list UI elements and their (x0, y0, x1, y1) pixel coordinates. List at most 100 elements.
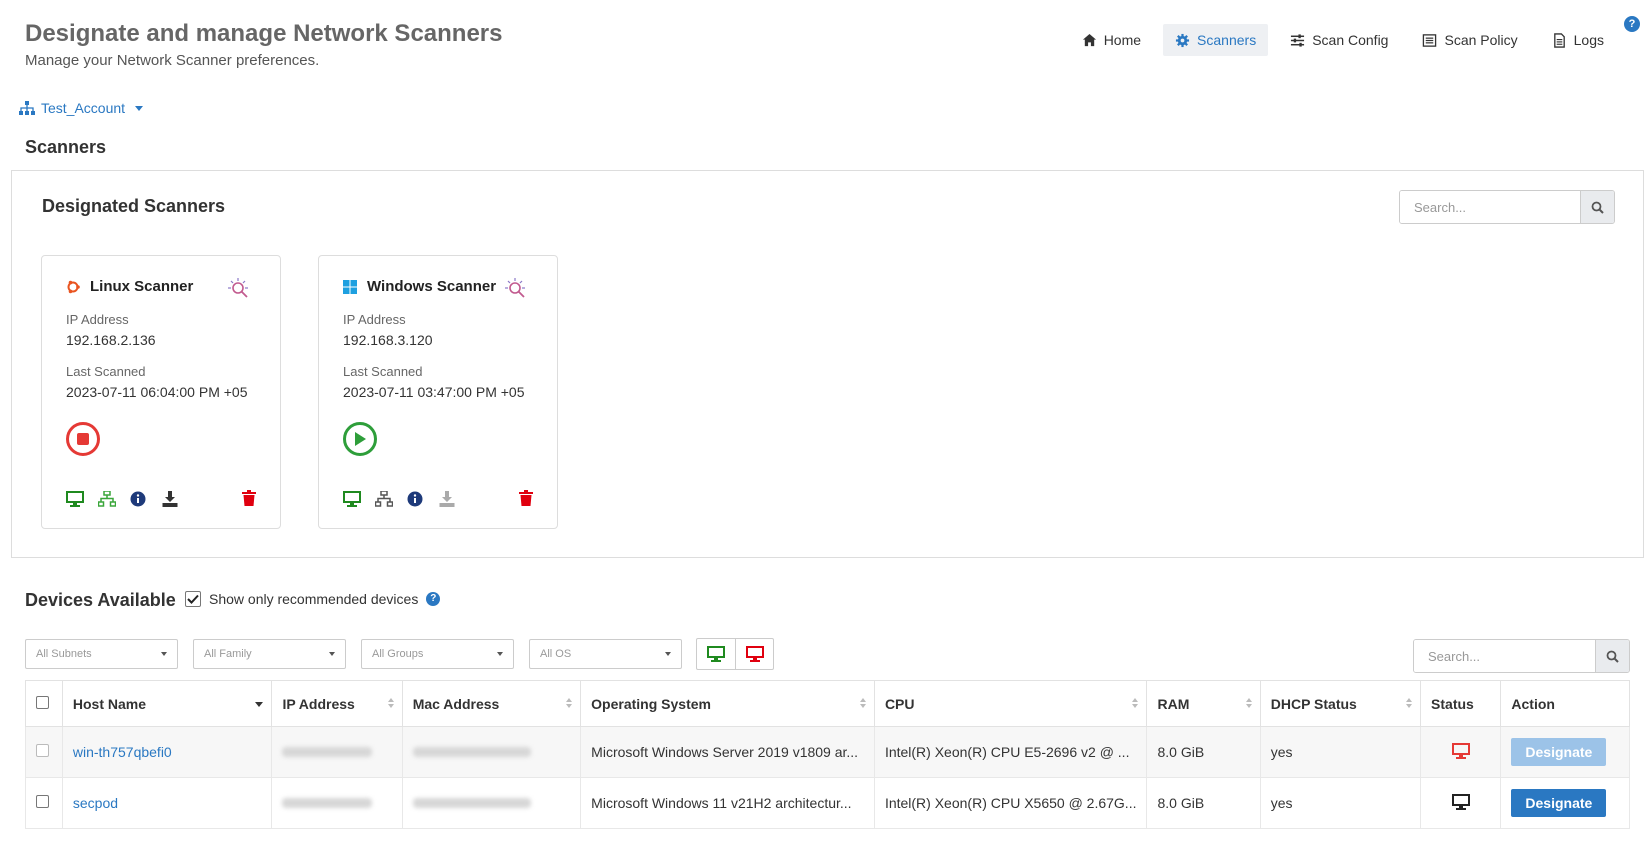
nav-scan-config-label: Scan Config (1312, 32, 1389, 48)
devices-table: Host Name IP Address Mac Address Operati… (25, 680, 1630, 829)
stop-scan-button[interactable] (66, 422, 100, 456)
scanner-search (1399, 190, 1615, 224)
monitor-icon (1451, 793, 1470, 810)
gear-icon (1175, 33, 1190, 47)
col-dhcp-status[interactable]: DHCP Status (1259, 680, 1422, 727)
monitor-icon (745, 646, 764, 662)
device-search-button[interactable] (1595, 640, 1629, 672)
designated-scanners-panel: Designated Scanners Linux Scanner IP Add… (11, 170, 1644, 558)
chevron-down-icon (161, 652, 167, 656)
filter-subnets-label: All Subnets (36, 648, 92, 660)
offline-filter-button[interactable] (735, 639, 773, 669)
filter-subnets[interactable]: All Subnets (25, 639, 178, 669)
row-select-cell (25, 777, 63, 829)
nav-scan-policy-label: Scan Policy (1444, 32, 1518, 48)
dhcp-cell: yes (1259, 777, 1422, 829)
filter-family[interactable]: All Family (193, 639, 346, 669)
cpu-cell: Intel(R) Xeon(R) CPU X5650 @ 2.67G... (873, 777, 1148, 829)
designated-scanners-title: Designated Scanners (42, 196, 226, 216)
filter-groups[interactable]: All Groups (361, 639, 514, 669)
top-nav: Home Scanners Scan Config Scan Policy Lo… (1070, 24, 1616, 56)
select-all-checkbox[interactable] (36, 695, 49, 709)
col-label: Host Name (72, 695, 147, 712)
nav-home[interactable]: Home (1070, 24, 1153, 56)
scanner-search-input[interactable] (1400, 191, 1580, 223)
account-selector[interactable]: Test_Account (19, 100, 144, 116)
cpu-cell: Intel(R) Xeon(R) CPU E5-2696 v2 @ ... (873, 726, 1148, 778)
nav-logs[interactable]: Logs (1540, 24, 1616, 56)
monitor-icon[interactable] (66, 491, 98, 507)
row-checkbox[interactable] (36, 744, 49, 757)
col-cpu[interactable]: CPU (873, 680, 1148, 727)
last-scanned-value: 2023-07-11 06:04:00 PM +05 (66, 384, 248, 400)
start-scan-button[interactable] (343, 422, 377, 456)
device-search-input[interactable] (1414, 640, 1595, 672)
list-icon (1423, 33, 1437, 47)
help-icon[interactable]: ? (1624, 16, 1640, 32)
col-label: Operating System (591, 695, 711, 712)
scanner-card-windows: Windows Scanner IP Address 192.168.3.120… (318, 255, 558, 529)
col-ram[interactable]: RAM (1146, 680, 1261, 727)
host-link[interactable]: win-th757qbefi0 (73, 744, 172, 760)
recommended-label: Show only recommended devices (209, 591, 419, 607)
col-mac-address[interactable]: Mac Address (401, 680, 582, 727)
table-row: win-th757qbefi0 Microsoft Windows Server… (25, 726, 1630, 778)
ram-cell: 8.0 GiB (1146, 726, 1261, 778)
designate-button[interactable]: Designate (1511, 789, 1607, 817)
download-icon[interactable] (439, 491, 471, 507)
mac-cell (401, 777, 582, 829)
recommended-filter: Show only recommended devices ? (185, 591, 441, 607)
ip-label: IP Address (66, 312, 129, 327)
dhcp-cell: yes (1259, 726, 1422, 778)
online-filter-button[interactable] (697, 639, 735, 669)
help-icon[interactable]: ? (426, 592, 441, 606)
status-cell (1420, 777, 1502, 829)
col-os[interactable]: Operating System (580, 680, 875, 727)
row-checkbox[interactable] (36, 795, 49, 808)
trash-icon[interactable] (242, 489, 256, 509)
col-ip-address[interactable]: IP Address (271, 680, 403, 727)
redacted-mac (412, 798, 531, 808)
search-icon (1591, 201, 1604, 214)
scanner-search-button[interactable] (1580, 191, 1614, 223)
designate-button[interactable]: Designate (1511, 738, 1607, 766)
nav-scan-policy[interactable]: Scan Policy (1410, 24, 1529, 56)
monitor-icon[interactable] (343, 491, 375, 507)
filter-os-label: All OS (540, 648, 572, 660)
network-icon[interactable] (375, 491, 407, 507)
host-name-cell: win-th757qbefi0 (61, 726, 273, 778)
filter-os[interactable]: All OS (529, 639, 682, 669)
col-label: RAM (1157, 695, 1190, 712)
info-icon[interactable] (130, 491, 162, 507)
select-all-cell (25, 680, 63, 727)
action-cell: Designate (1500, 726, 1630, 778)
redacted-ip (282, 747, 373, 757)
cpu-value: Intel(R) Xeon(R) CPU X5650 @ 2.67G... (884, 795, 1137, 811)
table-header-row: Host Name IP Address Mac Address Operati… (25, 680, 1630, 727)
info-icon[interactable] (407, 491, 439, 507)
col-host-name[interactable]: Host Name (61, 680, 273, 727)
host-link[interactable]: secpod (73, 795, 118, 811)
network-icon[interactable] (98, 491, 130, 507)
scan-status-icon (228, 278, 250, 301)
recommended-checkbox[interactable] (185, 591, 201, 607)
action-cell: Designate (1500, 777, 1630, 829)
nav-logs-label: Logs (1573, 32, 1604, 48)
os-value: Microsoft Windows Server 2019 v1809 ar..… (591, 744, 859, 760)
trash-icon[interactable] (519, 489, 533, 509)
nav-scan-config[interactable]: Scan Config (1278, 24, 1400, 56)
nav-home-label: Home (1103, 32, 1142, 48)
os-value: Microsoft Windows 11 v21H2 architectur..… (591, 795, 852, 811)
ip-cell (271, 777, 403, 829)
account-name: Test_Account (41, 100, 126, 116)
cpu-value: Intel(R) Xeon(R) CPU E5-2696 v2 @ ... (884, 744, 1130, 760)
sort-icon (1406, 698, 1413, 708)
col-label: DHCP Status (1270, 695, 1357, 712)
nav-scanners[interactable]: Scanners (1163, 24, 1269, 56)
col-label: Mac Address (412, 695, 500, 712)
page-subtitle: Manage your Network Scanner preferences. (25, 52, 320, 69)
last-scanned-label: Last Scanned (343, 364, 423, 379)
col-label: Status (1431, 695, 1474, 712)
download-icon[interactable] (162, 491, 194, 507)
play-icon (355, 432, 366, 446)
